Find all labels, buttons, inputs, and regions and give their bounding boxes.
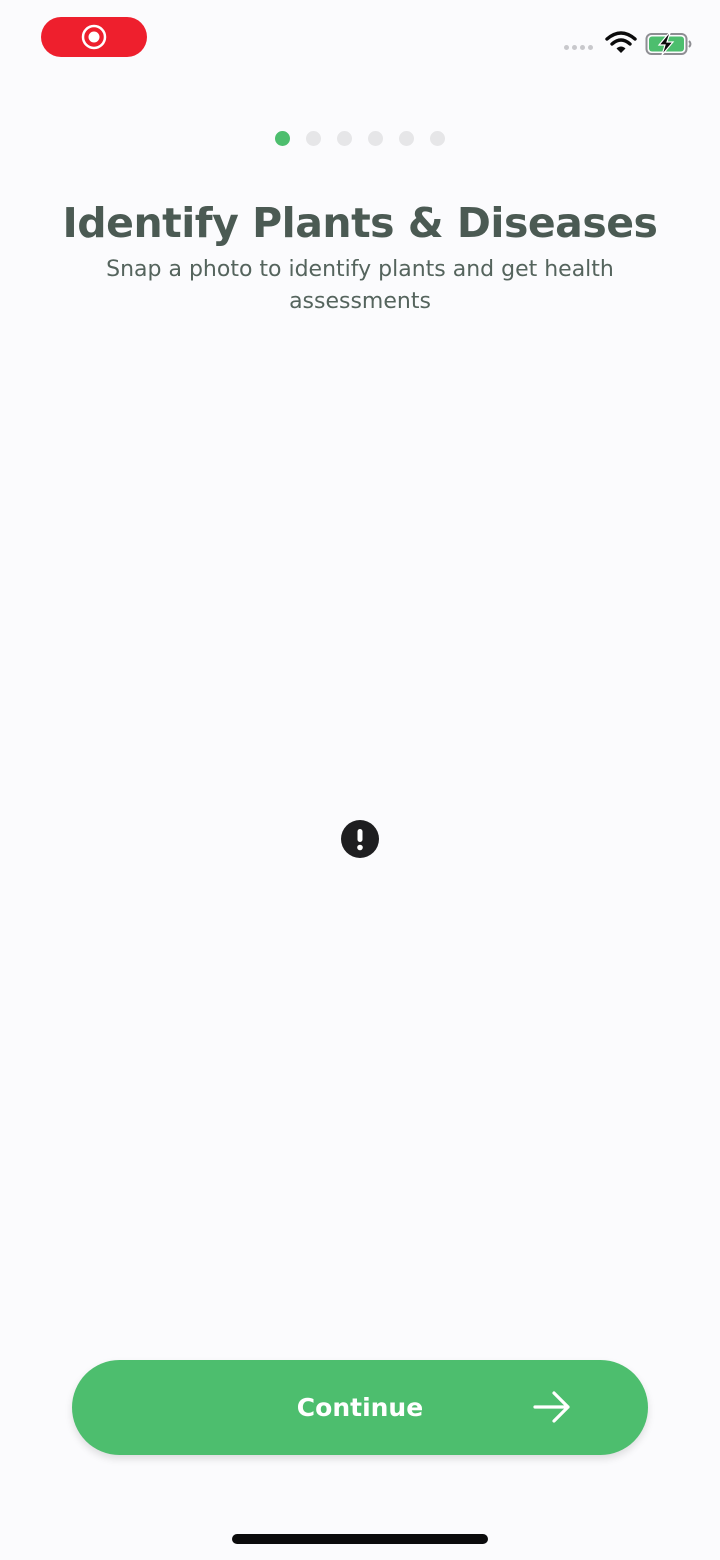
page-dot-active[interactable] — [275, 131, 290, 146]
screen-record-indicator[interactable] — [41, 17, 147, 57]
onboarding-title: Identify Plants & Diseases — [62, 199, 658, 247]
page-dot[interactable] — [399, 131, 414, 146]
continue-button[interactable]: Continue — [72, 1360, 648, 1455]
page-dot[interactable] — [306, 131, 321, 146]
battery-charging-icon — [645, 32, 692, 56]
cellular-signal-icon — [564, 45, 593, 50]
home-indicator[interactable] — [232, 1534, 488, 1544]
page-dot[interactable] — [430, 131, 445, 146]
screen-record-icon — [81, 24, 107, 50]
page-dot[interactable] — [368, 131, 383, 146]
page-indicator — [0, 131, 720, 146]
status-bar — [0, 0, 720, 80]
arrow-right-icon — [533, 1391, 570, 1423]
wifi-icon — [605, 31, 637, 53]
exclamation-circle-icon — [341, 820, 379, 858]
page-dot[interactable] — [337, 131, 352, 146]
onboarding-subtitle: Snap a photo to identify plants and get … — [106, 257, 614, 314]
